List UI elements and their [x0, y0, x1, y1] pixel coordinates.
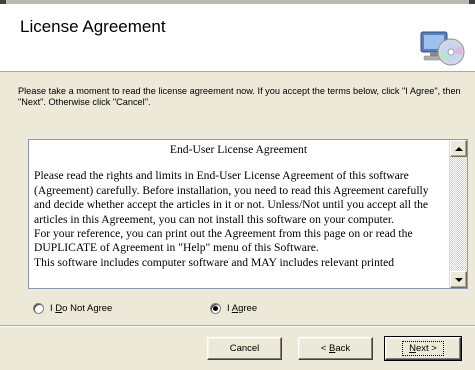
arrow-up-icon: [454, 146, 463, 151]
next-button[interactable]: Next >: [384, 336, 462, 361]
arrow-down-icon: [454, 277, 463, 282]
license-paragraph: For your reference, you can print out th…: [34, 227, 413, 255]
scroll-track[interactable]: [450, 157, 467, 271]
license-text-box[interactable]: End-User License Agreement Please read t…: [28, 139, 468, 289]
setup-computer-cd-icon: [420, 31, 465, 66]
license-text: End-User License Agreement Please read t…: [29, 140, 447, 288]
license-paragraph: Please read the rights and limits in End…: [34, 169, 429, 226]
license-paragraph: This software includes computer software…: [34, 255, 395, 269]
do-not-agree-option[interactable]: I Do Not Agree: [33, 300, 112, 316]
do-not-agree-label[interactable]: I Do Not Agree: [50, 303, 112, 314]
footer-divider: [0, 325, 475, 327]
license-heading: End-User License Agreement: [169, 143, 308, 156]
wizard-header: License Agreement: [0, 4, 475, 72]
agree-label[interactable]: I Agree: [227, 303, 257, 314]
agree-option[interactable]: I Agree: [210, 300, 257, 316]
intro-instructions: Please take a moment to read the license…: [18, 86, 461, 107]
back-button-label: < Back: [320, 343, 351, 354]
back-button[interactable]: < Back: [298, 337, 373, 360]
do-not-agree-radio[interactable]: [33, 302, 44, 314]
license-scrollbar[interactable]: [449, 140, 467, 288]
cancel-button-label: Cancel: [229, 343, 260, 354]
cancel-button[interactable]: Cancel: [207, 337, 282, 360]
next-button-label: Next >: [402, 341, 444, 356]
agree-radio[interactable]: [210, 302, 221, 314]
page-title: License Agreement: [20, 17, 166, 36]
scroll-down-button[interactable]: [450, 271, 467, 288]
scroll-up-button[interactable]: [450, 140, 467, 157]
